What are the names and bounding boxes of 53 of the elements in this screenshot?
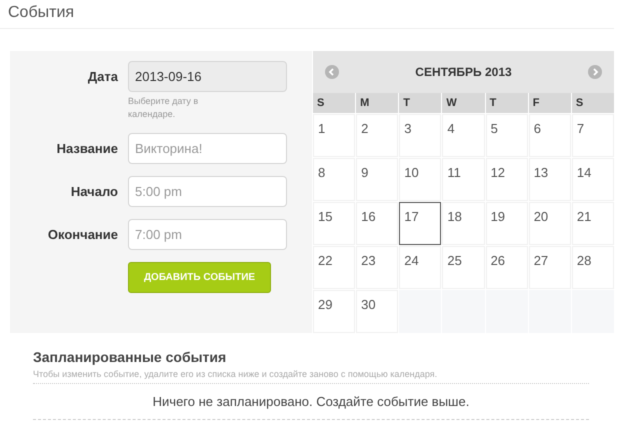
field-label: Окончание: [46, 226, 118, 244]
day-cell[interactable]: 13: [528, 158, 571, 201]
weekday-header: M: [356, 93, 398, 113]
day-cell[interactable]: 28: [572, 246, 614, 289]
day-cell[interactable]: 7: [572, 114, 614, 157]
weekday-header: S: [313, 93, 356, 113]
day-cell[interactable]: 9: [356, 158, 398, 201]
day-cell[interactable]: 29: [313, 290, 356, 333]
field-label: Начало: [70, 183, 118, 201]
field-label: Название: [56, 140, 118, 158]
day-cell[interactable]: 12: [486, 158, 528, 201]
day-cell[interactable]: 4: [442, 114, 485, 157]
day-cell[interactable]: 2: [356, 114, 398, 157]
day-cell[interactable]: 24: [399, 246, 442, 289]
day-cell[interactable]: 27: [528, 246, 571, 289]
day-cell[interactable]: 26: [486, 246, 528, 289]
day-cell[interactable]: 23: [356, 246, 398, 289]
day-cell[interactable]: 16: [356, 202, 398, 245]
page-title: События: [8, 3, 76, 23]
day-cell[interactable]: 21: [572, 202, 614, 245]
input-field[interactable]: 5:00 pm: [128, 176, 287, 207]
day-cell[interactable]: 25: [442, 246, 485, 289]
weekday-header: S: [572, 93, 614, 113]
day-cell[interactable]: 15: [313, 202, 356, 245]
day-cell[interactable]: 30: [356, 290, 398, 333]
day-cell[interactable]: 17: [399, 202, 442, 245]
day-cell[interactable]: 1: [313, 114, 356, 157]
input-field[interactable]: Викторина!: [128, 133, 287, 164]
weekday-header: W: [442, 93, 485, 113]
section-title: Запланированные события: [33, 348, 228, 367]
field-help: Выберите дату в календаре.: [128, 95, 200, 121]
day-cell[interactable]: 3: [399, 114, 442, 157]
day-cell[interactable]: 8: [313, 158, 356, 201]
field-label: Дата: [86, 68, 118, 86]
month-title: СЕНТЯБРЬ 2013: [415, 64, 512, 81]
day-cell[interactable]: 6: [528, 114, 571, 157]
weekday-header: T: [486, 93, 528, 113]
day-cell[interactable]: 14: [572, 158, 614, 201]
section-hint: Чтобы изменить событие, удалите его из списка ниже и создайте заново с помощью календаря.: [33, 368, 589, 384]
day-cell[interactable]: 19: [486, 202, 528, 245]
day-cell[interactable]: 18: [442, 202, 485, 245]
day-cell[interactable]: 10: [399, 158, 442, 201]
input-field[interactable]: 7:00 pm: [128, 219, 287, 250]
previous-month-icon[interactable]: [325, 65, 339, 79]
day-cell[interactable]: 5: [486, 114, 528, 157]
weekday-header: F: [528, 93, 571, 113]
next-month-icon[interactable]: [588, 65, 602, 79]
day-cell[interactable]: 20: [528, 202, 571, 245]
empty-message: Ничего не запланировано. Создайте событие выше.: [33, 384, 589, 420]
weekday-header: T: [399, 93, 442, 113]
day-cell[interactable]: 22: [313, 246, 356, 289]
day-cell[interactable]: 11: [442, 158, 485, 201]
input-field[interactable]: 2013-09-16: [128, 61, 287, 92]
